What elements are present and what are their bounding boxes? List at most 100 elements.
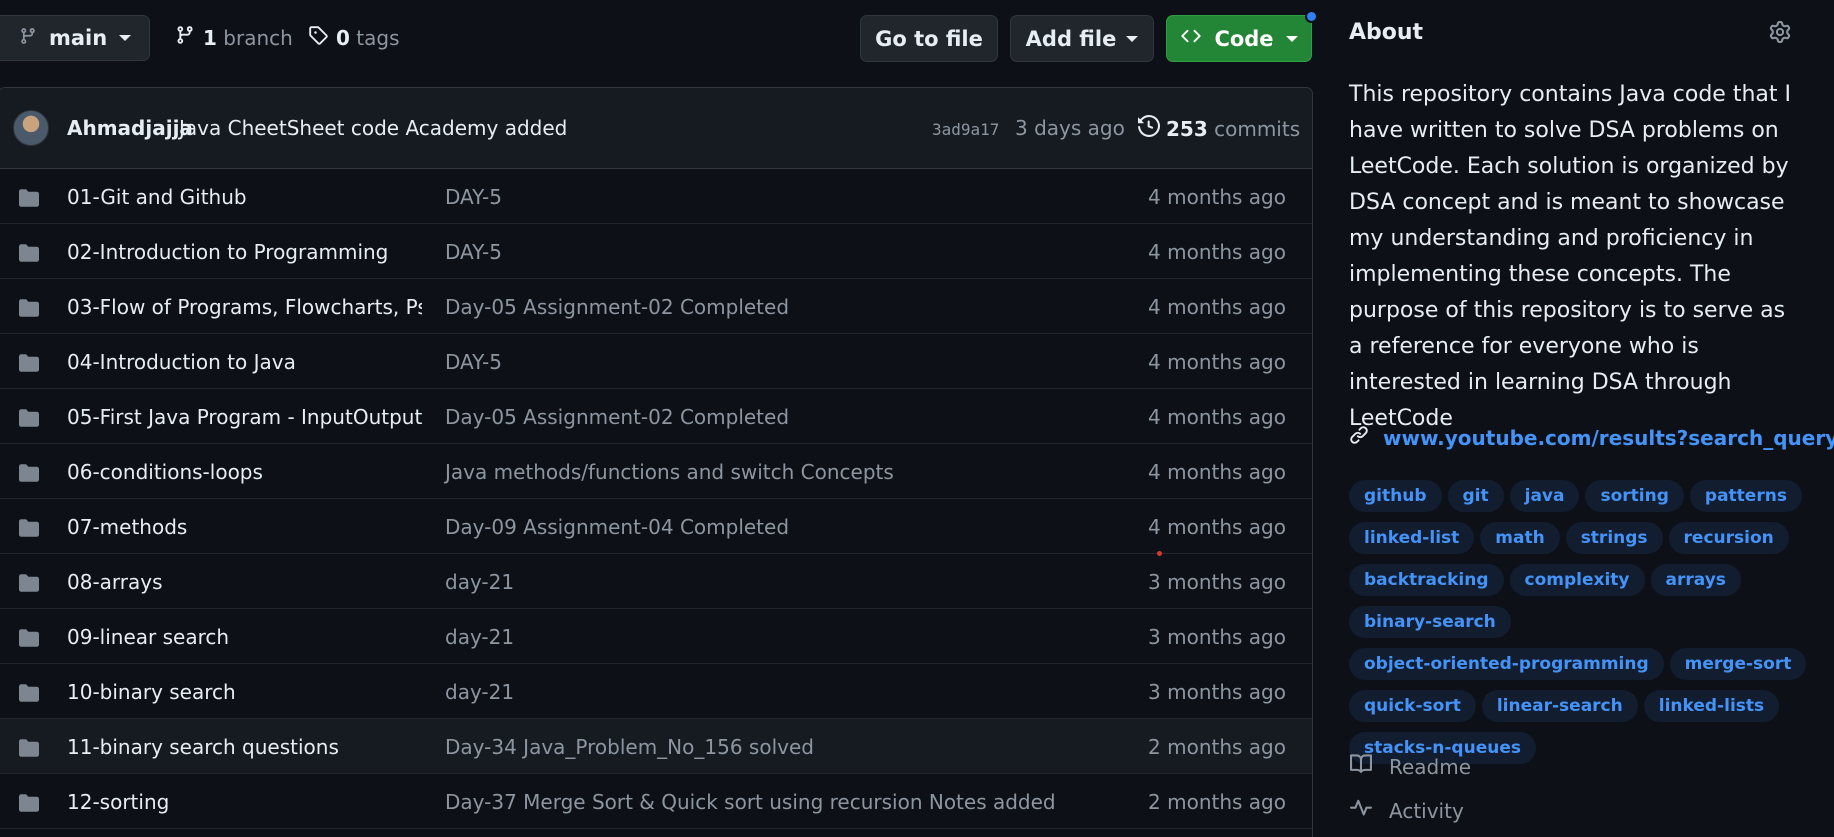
topic-tag[interactable]: sorting [1585,480,1684,512]
topics-list: github git java sorting patterns linked-list m… [1349,480,1819,764]
link-icon [1349,425,1369,450]
website-link-text: www.youtube.com/results?search_query... [1383,425,1834,450]
tag-count: 0 [336,25,350,50]
topic-tag[interactable]: linked-list [1349,522,1475,554]
topic-tag[interactable]: patterns [1689,480,1802,512]
file-commit-message[interactable]: DAY-5 [445,185,502,209]
file-name-link[interactable]: 04-Introduction to Java [67,350,422,374]
file-name-link[interactable]: 03-Flow of Programs, Flowcharts, Ps... [67,295,422,319]
topic-tag[interactable]: java [1509,480,1580,512]
topic-tag[interactable]: linked-lists [1643,690,1780,722]
file-row[interactable]: 08-arrays day-21 3 months ago [0,554,1312,609]
file-row[interactable]: 01-Git and Github DAY-5 4 months ago [0,169,1312,224]
pulse-icon [1349,797,1373,824]
folder-icon [17,353,41,377]
file-name-link[interactable]: 12-sorting [67,790,422,814]
file-row[interactable]: 03-Flow of Programs, Flowcharts, Ps... Da… [0,279,1312,334]
folder-icon [17,408,41,432]
website-link[interactable]: www.youtube.com/results?search_query... [1349,425,1834,450]
topic-tag[interactable]: math [1480,522,1560,554]
commit-time: 3 days ago [1015,116,1125,140]
file-name-link[interactable]: 07-methods [67,515,422,539]
file-row[interactable]: 05-First Java Program - InputOutput... Da… [0,389,1312,444]
folder-icon [17,518,41,542]
topic-tag[interactable]: strings [1565,522,1663,554]
topic-tag[interactable]: arrays [1650,564,1741,596]
file-commit-message[interactable]: Day-05 Assignment-02 Completed [445,405,789,429]
about-title: About [1349,20,1424,45]
file-commit-message[interactable]: DAY-5 [445,350,502,374]
topic-tag[interactable]: complexity [1509,564,1645,596]
repo-description: This repository contains Java code that … [1349,82,1791,431]
file-commit-age: 4 months ago [1148,460,1286,484]
branches-link[interactable]: 1 branch [175,25,293,50]
topic-tag[interactable]: recursion [1668,522,1789,554]
commit-author[interactable]: Ahmadjajja [67,116,193,140]
file-list: 01-Git and Github DAY-5 4 months ago 02-Int… [0,169,1312,829]
file-row[interactable]: 07-methods Day-09 Assignment-04 Completed… [0,499,1312,554]
file-row[interactable]: 06-conditions-loops Java methods/function… [0,444,1312,499]
commits-link[interactable]: 253 commits [1138,114,1300,142]
folder-icon [17,628,41,652]
folder-icon [17,298,41,322]
topic-tag[interactable]: merge-sort [1669,648,1807,680]
file-commit-message[interactable]: Day-34 Java_Problem_No_156 solved [445,735,814,759]
file-name-link[interactable]: 01-Git and Github [67,185,422,209]
file-commit-message[interactable]: day-21 [445,625,514,649]
add-file-button[interactable]: Add file [1010,15,1154,62]
commit-message[interactable]: Java CheetSheet code Academy added [179,116,567,140]
chevron-down-icon [1126,35,1139,42]
git-branch-icon [175,25,195,50]
file-name-link[interactable]: 05-First Java Program - InputOutput... [67,405,422,429]
commit-count: 253 [1166,116,1208,141]
file-commit-message[interactable]: Java methods/functions and switch Concep… [445,460,894,484]
file-name-link[interactable]: 02-Introduction to Programming [67,240,422,264]
readme-link[interactable]: Readme [1349,753,1471,780]
file-name-link[interactable]: 10-binary search [67,680,422,704]
file-commit-message[interactable]: DAY-5 [445,240,502,264]
file-commit-message[interactable]: day-21 [445,680,514,704]
file-commit-age: 2 months ago [1148,790,1286,814]
branch-label: branch [223,25,293,50]
file-commit-message[interactable]: Day-09 Assignment-04 Completed [445,515,789,539]
tag-label: tags [356,25,400,50]
file-commit-message[interactable]: Day-05 Assignment-02 Completed [445,295,789,319]
file-row[interactable]: 02-Introduction to Programming DAY-5 4 mon… [0,224,1312,279]
cursor-dot [1157,551,1162,556]
file-row[interactable]: 11-binary search questions Day-34 Java_Pr… [0,719,1312,774]
avatar[interactable] [13,110,49,146]
topic-tag[interactable]: git [1447,480,1504,512]
folder-icon [17,683,41,707]
topic-tag[interactable]: linear-search [1481,690,1638,722]
topic-tag[interactable]: backtracking [1349,564,1504,596]
file-row[interactable]: 09-linear search day-21 3 months ago [0,609,1312,664]
file-row[interactable]: 10-binary search day-21 3 months ago [0,664,1312,719]
code-button[interactable]: Code [1166,15,1312,62]
tags-link[interactable]: 0 tags [308,25,400,50]
file-name-link[interactable]: 09-linear search [67,625,422,649]
commit-sha[interactable]: 3ad9a17 [932,120,999,139]
file-name-link[interactable]: 06-conditions-loops [67,460,422,484]
branch-selector-button[interactable]: main [0,15,150,61]
file-commit-age: 4 months ago [1148,295,1286,319]
branch-name: main [49,26,108,50]
file-row[interactable]: 12-sorting Day-37 Merge Sort & Quick sort… [0,774,1312,829]
topic-tag[interactable]: github [1349,480,1442,512]
topic-tag[interactable]: binary-search [1349,606,1511,638]
file-row[interactable]: 04-Introduction to Java DAY-5 4 months ago [0,334,1312,389]
topic-tag[interactable]: object-oriented-programming [1349,648,1664,680]
code-icon [1180,26,1202,51]
file-name-link[interactable]: 11-binary search questions [67,735,422,759]
file-name-link[interactable]: 08-arrays [67,570,422,594]
activity-link[interactable]: Activity [1349,797,1464,824]
add-file-label: Add file [1025,26,1117,51]
file-commit-age: 4 months ago [1148,185,1286,209]
gear-icon[interactable] [1769,21,1791,47]
go-to-file-button[interactable]: Go to file [860,15,998,62]
file-commit-age: 3 months ago [1148,680,1286,704]
folder-icon [17,188,41,212]
chevron-down-icon [119,35,132,41]
file-commit-message[interactable]: Day-37 Merge Sort & Quick sort using rec… [445,790,1056,814]
topic-tag[interactable]: quick-sort [1349,690,1476,722]
file-commit-message[interactable]: day-21 [445,570,514,594]
